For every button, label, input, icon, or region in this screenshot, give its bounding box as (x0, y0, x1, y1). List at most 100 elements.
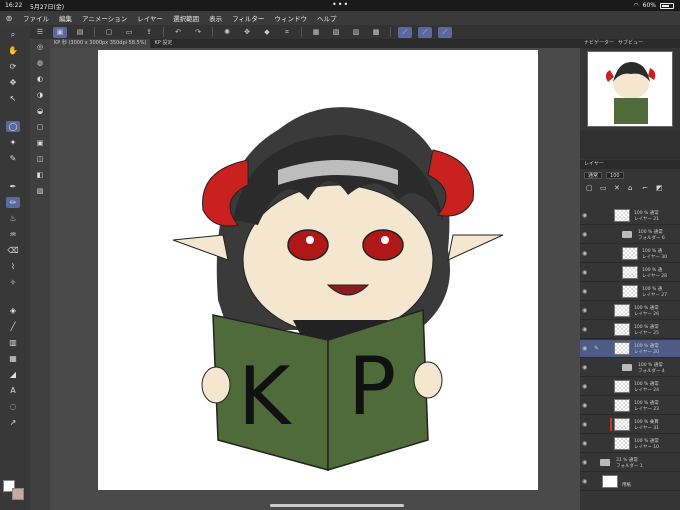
layer-row[interactable]: ◉ 100 % 通常 レイヤー 26 (580, 302, 680, 320)
menu-window[interactable]: ウィンドウ (269, 13, 312, 23)
eye-icon[interactable]: ◉ (582, 478, 587, 485)
lasso-icon[interactable]: ◯ (6, 121, 20, 132)
menu-file[interactable]: ファイル (18, 13, 54, 23)
pencil-icon[interactable]: ✏ (6, 197, 20, 208)
menu-edit[interactable]: 編集 (54, 13, 77, 23)
file-icon[interactable]: ▢ (102, 27, 116, 38)
blend-mode-select[interactable]: 通常 (584, 171, 603, 179)
subtool-2-icon[interactable]: ◍ (34, 59, 46, 69)
layer-panel-tab[interactable]: レイヤー (580, 160, 680, 169)
layer-row[interactable]: ◉ 100 % 通常 レイヤー 23 (580, 397, 680, 415)
lock-icon[interactable]: ⌂ (628, 184, 632, 192)
canvas-area[interactable]: K P (50, 48, 580, 510)
eye-icon[interactable]: ◉ (582, 364, 587, 371)
crop-icon[interactable]: ⌗ (280, 27, 294, 38)
navigator-controls[interactable] (580, 131, 680, 159)
menu-selection[interactable]: 選択範囲 (168, 13, 204, 23)
text-icon[interactable]: A (6, 385, 20, 396)
eye-icon[interactable]: ◉ (582, 212, 587, 219)
figure-icon[interactable]: ╱ (6, 321, 20, 332)
layer-row-selected[interactable]: ◉ ✎ 100 % 通常 レイヤー 20 (580, 340, 680, 358)
layer-row[interactable]: ◉ 100 % 通常 レイヤー 24 (580, 378, 680, 396)
layer-row[interactable]: ◉ 100 % 通常 レイヤー 25 (580, 321, 680, 339)
eye-icon[interactable]: ◉ (582, 326, 587, 333)
magic-wand-icon[interactable]: ✦ (6, 137, 20, 148)
layer-row[interactable]: ◉ 100 % 通 レイヤー 28 (580, 264, 680, 282)
eye-icon[interactable]: ◉ (582, 402, 587, 409)
redo-icon[interactable]: ↷ (191, 27, 205, 38)
fill-icon[interactable]: ◆ (260, 27, 274, 38)
new-canvas-icon[interactable]: ▣ (53, 26, 67, 38)
brush-icon[interactable]: ♨ (6, 213, 20, 224)
airbrush-icon[interactable]: ♒ (6, 229, 20, 240)
eye-icon[interactable]: ◉ (582, 288, 587, 295)
layer-row[interactable]: ◉ 100 % 通 レイヤー 27 (580, 283, 680, 301)
eye-icon[interactable]: ◉ (582, 440, 587, 447)
select-icon[interactable]: ↖ (6, 93, 20, 104)
hamburger-menu-icon[interactable]: ☰ (33, 27, 47, 38)
blend-icon[interactable]: ⌇ (6, 261, 20, 272)
invert-selection-icon[interactable]: ▨ (349, 27, 363, 38)
decoration-icon[interactable]: ✧ (6, 277, 20, 288)
navigator-tab[interactable]: ナビゲーター (584, 39, 614, 48)
select-all-icon[interactable]: ▦ (309, 27, 323, 38)
eraser-icon[interactable]: ⌫ (6, 245, 20, 256)
frame-icon[interactable]: ▦ (6, 353, 20, 364)
subtool-7-icon[interactable]: ▣ (34, 139, 46, 149)
subview-tab[interactable]: サブビュー (618, 39, 643, 48)
layer-row[interactable]: ◉ 用紙 (580, 473, 680, 491)
export-icon[interactable]: ⇪ (142, 27, 156, 38)
gradient-icon[interactable]: ▥ (6, 337, 20, 348)
layer-row[interactable]: ◉ 100 % 乗算 レイヤー 31 (580, 416, 680, 434)
eye-icon[interactable]: ◉ (582, 250, 587, 257)
eye-icon[interactable]: ◉ (582, 345, 587, 352)
transform-icon[interactable]: ✥ (240, 27, 254, 38)
menu-help[interactable]: ヘルプ (312, 13, 342, 23)
layer-row[interactable]: ◉ 100 % 通常 フォルダー 4 (580, 359, 680, 377)
sub-color-swatch[interactable] (12, 488, 24, 500)
ruler-icon[interactable]: ◢ (6, 369, 20, 380)
layer-row[interactable]: ◉ 100 % 通 レイヤー 30 (580, 245, 680, 263)
balloon-icon[interactable]: ◌ (6, 401, 20, 412)
subtool-3-icon[interactable]: ◐ (34, 75, 46, 85)
opacity-field[interactable]: 100 (606, 171, 624, 179)
subtool-9-icon[interactable]: ◧ (34, 171, 46, 181)
new-layer-icon[interactable]: ▢ (586, 184, 593, 192)
ruler-snap-icon[interactable]: ⟋ (398, 26, 412, 38)
layer-row[interactable]: ◉ 31 % 通常 フォルダー 1 (580, 454, 680, 472)
hand-icon[interactable]: ✋ (6, 45, 20, 56)
save-icon[interactable]: ▭ (122, 27, 136, 38)
eyedropper-icon[interactable]: ✎ (6, 153, 20, 164)
grid-snap-icon[interactable]: ⟋ (438, 26, 452, 38)
subtool-8-icon[interactable]: ◫ (34, 155, 46, 165)
layer-row[interactable]: ◉ 100 % 通常 レイヤー 21 (580, 207, 680, 225)
menu-filter[interactable]: フィルター (227, 13, 269, 23)
eye-icon[interactable]: ◉ (582, 307, 587, 314)
subtool-1-icon[interactable]: ◎ (34, 43, 46, 53)
tab-canvas-settings[interactable]: KP 設定 (150, 39, 176, 48)
rotate-icon[interactable]: ⟳ (6, 61, 20, 72)
eye-icon[interactable]: ◉ (582, 231, 587, 238)
layer-row[interactable]: ◉ 100 % 通常 レイヤー 10 (580, 435, 680, 453)
new-folder-icon[interactable]: ▭ (600, 184, 607, 192)
magnifier-icon[interactable]: ⌕ (6, 29, 20, 40)
tab-canvas-main[interactable]: KP 秒 (3000 x 3000px 350dpi 58.5%) (50, 39, 151, 48)
fill-tool-icon[interactable]: ◈ (6, 305, 20, 316)
eye-icon[interactable]: ◉ (582, 383, 587, 390)
eye-icon[interactable]: ◉ (582, 459, 587, 466)
correction-icon[interactable]: ↗ (6, 417, 20, 428)
selection-border-icon[interactable]: ▩ (369, 27, 383, 38)
clip-icon[interactable]: ⌐ (642, 184, 648, 192)
eye-icon[interactable]: ◉ (582, 269, 587, 276)
gallery-icon[interactable]: ▤ (73, 27, 87, 38)
clear-icon[interactable]: ✺ (220, 27, 234, 38)
menu-layer[interactable]: レイヤー (132, 13, 168, 23)
subtool-6-icon[interactable]: ▢ (34, 123, 46, 133)
menu-view[interactable]: 表示 (204, 13, 227, 23)
eye-icon[interactable]: ◉ (582, 421, 587, 428)
undo-icon[interactable]: ↶ (171, 27, 185, 38)
home-indicator[interactable] (270, 504, 404, 507)
app-menu-icon[interactable]: ⊚ (0, 14, 18, 23)
delete-layer-icon[interactable]: ✕ (614, 184, 620, 192)
navigator-preview[interactable] (587, 51, 673, 127)
